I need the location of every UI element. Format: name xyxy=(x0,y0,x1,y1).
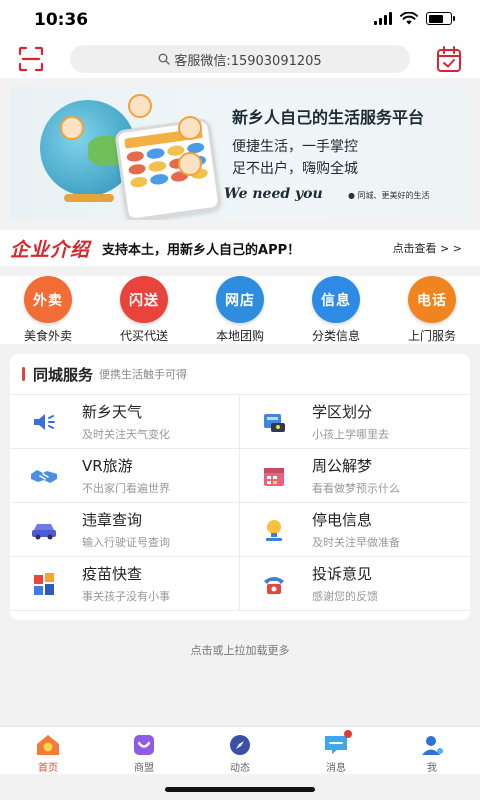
quick-link-label: 本地团购 xyxy=(215,329,264,343)
user-icon xyxy=(419,733,445,757)
handshake-icon xyxy=(30,462,58,490)
service-complaints[interactable]: 投诉意见 感谢您的反馈 xyxy=(240,557,470,611)
quick-link-label: 上门服务 xyxy=(407,329,456,343)
tab-label: 首页 xyxy=(38,763,58,774)
info-badge-icon: 信息 xyxy=(312,276,360,323)
bulb-icon xyxy=(260,516,288,544)
avatar-icon xyxy=(178,152,202,176)
service-desc: 不出家门看遍世界 xyxy=(82,482,170,495)
status-bar: 10:36 xyxy=(0,0,480,40)
tab-messages[interactable]: 消息 xyxy=(288,727,384,774)
cellular-signal-icon xyxy=(374,12,392,25)
load-more-link[interactable]: 点击或上拉加载更多 xyxy=(0,642,480,658)
blocks-icon xyxy=(30,570,58,598)
service-title: 周公解梦 xyxy=(312,457,373,475)
service-desc: 看看做梦预示什么 xyxy=(312,482,400,495)
battery-icon xyxy=(426,12,455,25)
delivery-badge-icon: 闪送 xyxy=(120,276,168,323)
service-title: 违章查询 xyxy=(82,511,143,529)
tab-home[interactable]: 首页 xyxy=(0,727,96,774)
banner-slogan: We need you xyxy=(224,186,323,202)
shopping-bag-icon xyxy=(131,733,157,757)
service-title: 停电信息 xyxy=(312,511,373,529)
tab-label: 消息 xyxy=(326,763,346,774)
company-intro-logo: 企业介绍 xyxy=(10,238,91,261)
service-vr-travel[interactable]: VR旅游 不出家门看遍世界 xyxy=(10,449,240,503)
calendar-checkin-icon[interactable] xyxy=(436,45,462,73)
home-icon xyxy=(35,733,61,757)
quick-link-group-buy[interactable]: 网店 本地团购 xyxy=(192,276,288,344)
scan-icon[interactable] xyxy=(18,46,44,72)
tab-label: 商盟 xyxy=(134,763,154,774)
service-title: 学区划分 xyxy=(312,403,373,421)
tab-label: 我 xyxy=(427,763,437,774)
service-desc: 及时关注早做准备 xyxy=(312,536,400,549)
takeout-badge-icon: 外卖 xyxy=(24,276,72,323)
card-header: 同城服务 便携生活触手可得 xyxy=(10,354,470,394)
company-intro-bar[interactable]: 企业介绍 支持本土，用新乡人自己的APP！ 点击查看 > > xyxy=(0,230,480,266)
tab-profile[interactable]: 我 xyxy=(384,727,480,774)
tab-feed[interactable]: 动态 xyxy=(192,727,288,774)
service-traffic-violation[interactable]: 违章查询 输入行驶证号查询 xyxy=(10,503,240,557)
phone-badge-icon: 电话 xyxy=(408,276,456,323)
service-weather[interactable]: 新乡天气 及时关注天气变化 xyxy=(10,395,240,449)
banner-line-2: 足不出户，嗨购全城 xyxy=(232,161,358,177)
wifi-icon xyxy=(400,12,418,25)
service-title: VR旅游 xyxy=(82,457,133,475)
phone-illustration xyxy=(114,117,222,220)
quick-link-delivery[interactable]: 闪送 代买代送 xyxy=(96,276,192,344)
service-desc: 事关孩子没有小事 xyxy=(82,590,170,603)
avatar-icon xyxy=(60,116,84,140)
tab-label: 动态 xyxy=(230,763,250,774)
service-desc: 及时关注天气变化 xyxy=(82,428,170,441)
search-icon xyxy=(158,53,171,65)
unread-badge xyxy=(344,730,352,738)
services-grid: 新乡天气 及时关注天气变化 学区划分 小孩上学哪里去 VR旅游 不出家门看遍世界 xyxy=(10,394,470,611)
bottom-tab-bar: 首页 商盟 动态 消息 我 xyxy=(0,726,480,774)
city-services-card: 同城服务 便携生活触手可得 新乡天气 及时关注天气变化 学区划分 小孩上学哪里去 xyxy=(10,354,470,620)
banner-line-1: 便捷生活，一手掌控 xyxy=(232,139,358,155)
quick-link-label: 分类信息 xyxy=(311,329,360,343)
service-title: 疫苗快查 xyxy=(82,565,143,583)
quick-link-label: 代买代送 xyxy=(119,329,168,343)
home-indicator[interactable] xyxy=(165,787,315,792)
card-title: 同城服务 xyxy=(33,365,94,384)
search-bar[interactable]: 客服微信:15903091205 xyxy=(70,45,410,73)
status-icons xyxy=(374,12,455,25)
service-title: 新乡天气 xyxy=(82,403,143,421)
quick-links: 外卖 美食外卖 闪送 代买代送 网店 本地团购 信息 分类信息 电话 上门服务 xyxy=(0,276,480,344)
tab-merchants[interactable]: 商盟 xyxy=(96,727,192,774)
quick-link-takeout[interactable]: 外卖 美食外卖 xyxy=(0,276,96,344)
service-desc: 小孩上学哪里去 xyxy=(312,428,389,441)
service-title: 投诉意见 xyxy=(312,565,373,583)
compass-icon xyxy=(227,733,253,757)
service-dream-interpretation[interactable]: 周公解梦 看看做梦预示什么 xyxy=(240,449,470,503)
banner-title: 新乡人自己的生活服务平台 xyxy=(232,108,425,127)
card-subtitle: 便携生活触手可得 xyxy=(99,368,188,381)
promo-banner[interactable]: 新乡人自己的生活服务平台 便捷生活，一手掌控 足不出户，嗨购全城 We need… xyxy=(10,86,470,220)
service-power-outage[interactable]: 停电信息 及时关注早做准备 xyxy=(240,503,470,557)
quick-link-label: 美食外卖 xyxy=(23,329,72,343)
school-icon xyxy=(260,408,288,436)
speaker-icon xyxy=(30,408,58,436)
top-bar: 客服微信:15903091205 xyxy=(0,40,480,78)
car-icon xyxy=(30,516,58,544)
avatar-icon xyxy=(128,94,152,118)
service-school-district[interactable]: 学区划分 小孩上学哪里去 xyxy=(240,395,470,449)
avatar-icon xyxy=(178,116,202,140)
shop-badge-icon: 网店 xyxy=(216,276,264,323)
service-desc: 输入行驶证号查询 xyxy=(82,536,170,549)
view-more-link[interactable]: 点击查看 > > xyxy=(393,240,462,256)
status-time: 10:36 xyxy=(34,10,89,30)
quick-link-home-service[interactable]: 电话 上门服务 xyxy=(384,276,480,344)
service-vaccine-lookup[interactable]: 疫苗快查 事关孩子没有小事 xyxy=(10,557,240,611)
company-intro-text: 支持本土，用新乡人自己的APP！ xyxy=(102,242,301,258)
service-desc: 感谢您的反馈 xyxy=(312,590,378,603)
quick-link-classifieds[interactable]: 信息 分类信息 xyxy=(288,276,384,344)
calendar-icon xyxy=(260,462,288,490)
banner-slogan-sub: ● 同城、更美好的生活 xyxy=(348,191,430,200)
phone-icon xyxy=(260,570,288,598)
search-text: 客服微信:15903091205 xyxy=(174,53,322,69)
